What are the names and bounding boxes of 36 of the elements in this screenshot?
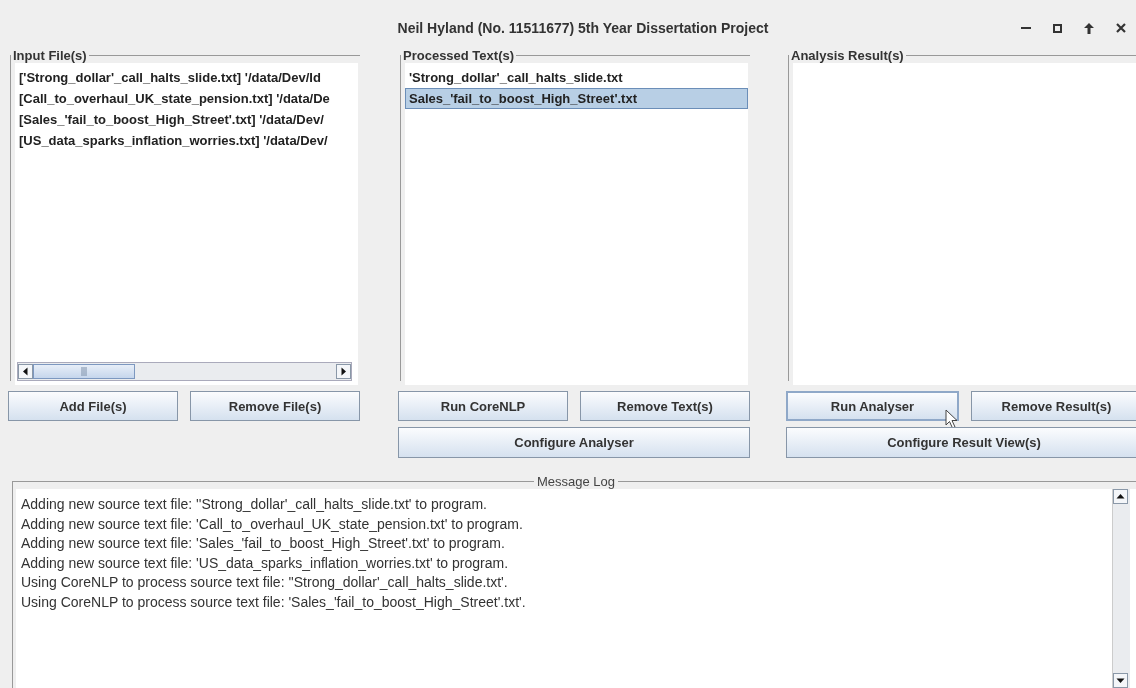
mouse-cursor-icon [945,409,959,429]
button[interactable]: Configure Analyser [398,427,750,458]
button[interactable]: Run CoreNLP [398,391,568,421]
log-line: Adding new source text file: 'Call_to_overhaul_UK_state_pension.txt' to program. [21,514,524,534]
window-title: Neil Hyland (No. 11511677) 5th Year Dissertation Project [396,20,770,36]
arrow-up-icon[interactable] [1084,22,1094,34]
log-line: Using CoreNLP to process source text file: 'Sales_'fail_to_boost_High_Street'.txt'. [21,592,527,612]
panel-title: Input File(s) [12,48,88,63]
maximize-icon[interactable] [1053,23,1062,33]
list-item[interactable]: [US_data_sparks_inflation_worries.txt] '/data/Dev/ [15,130,332,151]
scroll-left-icon[interactable] [18,364,33,379]
file-list[interactable]: 'Strong_dollar'_call_halts_slide.txt Sales_'fail_to_boost_High_Street'.txt [405,63,748,385]
list-item[interactable]: [Call_to_overhaul_UK_state_pension.txt] '/data/De [15,88,334,109]
scroll-thumb[interactable] [33,364,135,379]
panel-title: Analysis Result(s) [790,48,905,63]
button[interactable]: Remove Text(s) [580,391,750,421]
button[interactable]: Remove File(s) [190,391,360,421]
log-line: Adding new source text file: 'Sales_'fail_to_boost_High_Street'.txt' to program. [21,534,506,553]
list-item[interactable]: 'Strong_dollar'_call_halts_slide.txt [405,67,627,88]
log-line: Adding new source text file: ''Strong_dollar'_call_halts_slide.txt' to program. [21,495,488,514]
list-item[interactable]: Sales_'fail_to_boost_High_Street'.txt [405,88,748,109]
scroll-up-icon[interactable] [1113,489,1128,504]
log-line: Adding new source text file: 'US_data_sparks_inflation_worries.txt' to program. [21,553,510,573]
horizontal-scrollbar[interactable] [17,362,352,381]
panel-title: Message Log [535,474,617,489]
scroll-right-icon[interactable] [336,364,351,379]
close-icon[interactable] [1116,23,1126,33]
panel-title: Processed Text(s) [402,48,516,63]
list-item[interactable]: ['Strong_dollar'_call_halts_slide.txt] '/data/Dev/Id [15,67,325,88]
vertical-scrollbar[interactable] [1112,489,1130,688]
button[interactable]: Remove Result(s) [971,391,1136,421]
list-item[interactable]: [Sales_'fail_to_boost_High_Street'.txt] '/data/Dev/ [15,109,328,130]
log-line: Using CoreNLP to process source text file: ''Strong_dollar'_call_halts_slide.txt'. [21,573,509,592]
scroll-down-icon[interactable] [1113,673,1128,688]
button[interactable]: Configure Result View(s) [786,427,1136,458]
button[interactable]: Add File(s) [8,391,178,421]
